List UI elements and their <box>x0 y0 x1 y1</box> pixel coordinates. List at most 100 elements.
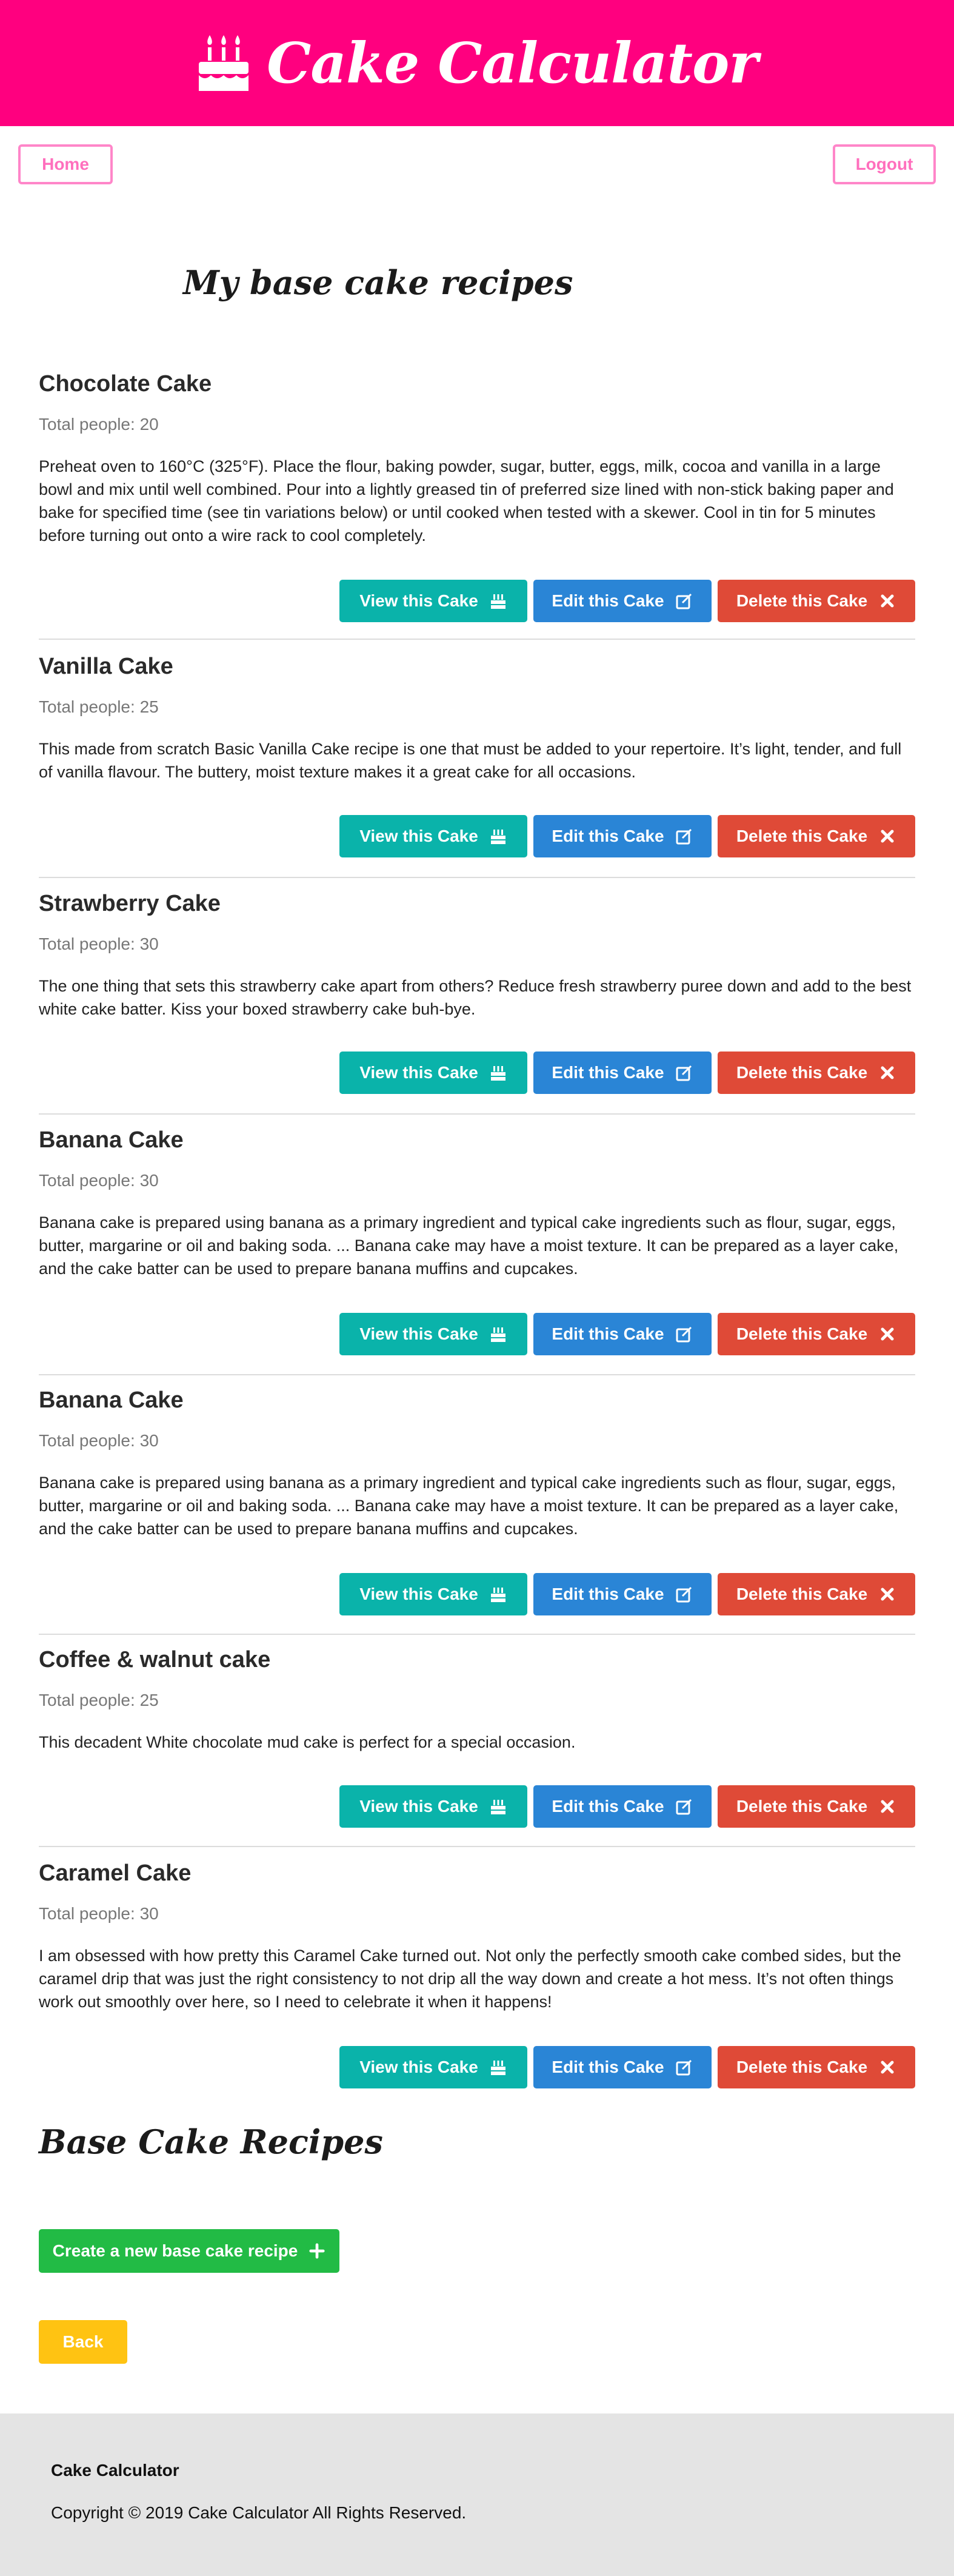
delete-cake-label: Delete this Cake <box>736 591 868 610</box>
birthday-cake-icon <box>490 1066 505 1081</box>
footer-copyright: Copyright © 2019 Cake Calculator All Rig… <box>51 2503 467 2522</box>
site-header: Cake Calculator <box>0 0 954 126</box>
birthday-cake-icon <box>490 1327 505 1342</box>
recipe-people: Total people: 25 <box>39 1691 159 1709</box>
edit-icon <box>676 1799 692 1815</box>
edit-cake-label: Edit this Cake <box>552 1063 664 1082</box>
close-icon <box>881 830 894 843</box>
delete-cake-label: Delete this Cake <box>736 1063 868 1082</box>
delete-cake-button[interactable]: Delete this Cake <box>718 815 915 857</box>
recipe-people: Total people: 25 <box>39 697 159 716</box>
edit-cake-label: Edit this Cake <box>552 827 664 845</box>
view-cake-label: View this Cake <box>359 2058 478 2076</box>
edit-cake-label: Edit this Cake <box>552 1324 664 1343</box>
edit-cake-label: Edit this Cake <box>552 1585 664 1603</box>
edit-cake-button[interactable]: Edit this Cake <box>533 580 712 622</box>
view-cake-label: View this Cake <box>359 591 478 610</box>
view-cake-label: View this Cake <box>359 1063 478 1082</box>
brand[interactable]: Cake Calculator <box>196 30 758 96</box>
delete-cake-button[interactable]: Delete this Cake <box>718 1785 915 1828</box>
edit-icon <box>676 828 692 845</box>
recipe-divider <box>39 1374 915 1375</box>
close-icon <box>881 1327 894 1341</box>
delete-cake-label: Delete this Cake <box>736 827 868 845</box>
view-cake-button[interactable]: View this Cake <box>339 580 527 622</box>
recipe-name: Strawberry Cake <box>39 891 221 916</box>
delete-cake-button[interactable]: Delete this Cake <box>718 1573 915 1615</box>
recipe-name: Coffee & walnut cake <box>39 1647 271 1672</box>
view-cake-button[interactable]: View this Cake <box>339 1785 527 1828</box>
recipe-actions: View this Cake Edit this Cake Delete thi… <box>339 815 915 857</box>
view-cake-label: View this Cake <box>359 1324 478 1343</box>
recipe-actions: View this Cake Edit this Cake Delete thi… <box>339 1573 915 1615</box>
edit-icon <box>676 1065 692 1081</box>
edit-cake-button[interactable]: Edit this Cake <box>533 1052 712 1094</box>
edit-cake-label: Edit this Cake <box>552 1797 664 1816</box>
recipe-description: Banana cake is prepared using banana as … <box>39 1213 899 1278</box>
recipe-actions: View this Cake Edit this Cake Delete thi… <box>339 1313 915 1355</box>
edit-cake-label: Edit this Cake <box>552 591 664 610</box>
close-icon <box>881 2061 894 2074</box>
delete-cake-label: Delete this Cake <box>736 2058 868 2076</box>
view-cake-button[interactable]: View this Cake <box>339 1052 527 1094</box>
recipe-divider <box>39 1846 915 1847</box>
delete-cake-button[interactable]: Delete this Cake <box>718 580 915 622</box>
birthday-cake-icon <box>490 2061 505 2075</box>
recipe-divider <box>39 877 915 878</box>
birthday-cake-icon <box>490 1800 505 1814</box>
edit-cake-button[interactable]: Edit this Cake <box>533 2046 712 2088</box>
close-icon <box>881 1066 894 1079</box>
top-nav: Home Logout <box>0 144 954 187</box>
recipe-divider <box>39 639 915 640</box>
recipe-people: Total people: 30 <box>39 1904 159 1923</box>
birthday-cake-icon <box>490 1588 505 1602</box>
recipe-actions: View this Cake Edit this Cake Delete thi… <box>339 580 915 622</box>
recipe-description: The one thing that sets this strawberry … <box>39 977 912 1018</box>
plus-icon <box>309 2243 325 2259</box>
view-cake-label: View this Cake <box>359 1797 478 1816</box>
view-cake-button[interactable]: View this Cake <box>339 1313 527 1355</box>
view-cake-button[interactable]: View this Cake <box>339 2046 527 2088</box>
page-title: My base cake recipes <box>183 263 573 302</box>
site-title: Cake Calculator <box>267 30 758 96</box>
recipe-actions: View this Cake Edit this Cake Delete thi… <box>339 1785 915 1828</box>
delete-cake-label: Delete this Cake <box>736 1797 868 1816</box>
edit-cake-label: Edit this Cake <box>552 2058 664 2076</box>
birthday-cake-icon <box>199 35 249 91</box>
delete-cake-label: Delete this Cake <box>736 1324 868 1343</box>
recipe-description: Preheat oven to 160°C (325°F). Place the… <box>39 457 894 545</box>
view-cake-button[interactable]: View this Cake <box>339 815 527 857</box>
edit-cake-button[interactable]: Edit this Cake <box>533 1313 712 1355</box>
section-title: Base Cake Recipes <box>39 2122 383 2161</box>
edit-cake-button[interactable]: Edit this Cake <box>533 1785 712 1828</box>
recipe-people: Total people: 30 <box>39 1171 159 1190</box>
delete-cake-button[interactable]: Delete this Cake <box>718 1313 915 1355</box>
edit-cake-button[interactable]: Edit this Cake <box>533 815 712 857</box>
recipe-name: Caramel Cake <box>39 1860 192 1886</box>
birthday-cake-icon <box>490 830 505 844</box>
delete-cake-button[interactable]: Delete this Cake <box>718 1052 915 1094</box>
recipe-divider <box>39 1634 915 1635</box>
back-button[interactable]: Back <box>39 2320 127 2364</box>
birthday-cake-icon <box>490 594 505 609</box>
recipe-description: I am obsessed with how pretty this Caram… <box>39 1947 901 2011</box>
recipe-name: Banana Cake <box>39 1387 184 1413</box>
logout-button[interactable]: Logout <box>833 144 936 184</box>
edit-icon <box>676 2059 692 2076</box>
edit-icon <box>676 1586 692 1603</box>
home-button[interactable]: Home <box>18 144 113 184</box>
view-cake-button[interactable]: View this Cake <box>339 1573 527 1615</box>
recipe-description: This made from scratch Basic Vanilla Cak… <box>39 740 902 781</box>
delete-cake-button[interactable]: Delete this Cake <box>718 2046 915 2088</box>
edit-icon <box>676 593 692 609</box>
recipe-people: Total people: 30 <box>39 934 159 953</box>
edit-cake-button[interactable]: Edit this Cake <box>533 1573 712 1615</box>
recipe-name: Chocolate Cake <box>39 371 212 397</box>
recipe-description: Banana cake is prepared using banana as … <box>39 1474 899 1538</box>
recipe-divider <box>39 1113 915 1115</box>
create-recipe-button[interactable]: Create a new base cake recipe <box>39 2229 339 2273</box>
close-icon <box>881 594 894 608</box>
close-icon <box>881 1588 894 1601</box>
close-icon <box>881 1800 894 1813</box>
view-cake-label: View this Cake <box>359 1585 478 1603</box>
